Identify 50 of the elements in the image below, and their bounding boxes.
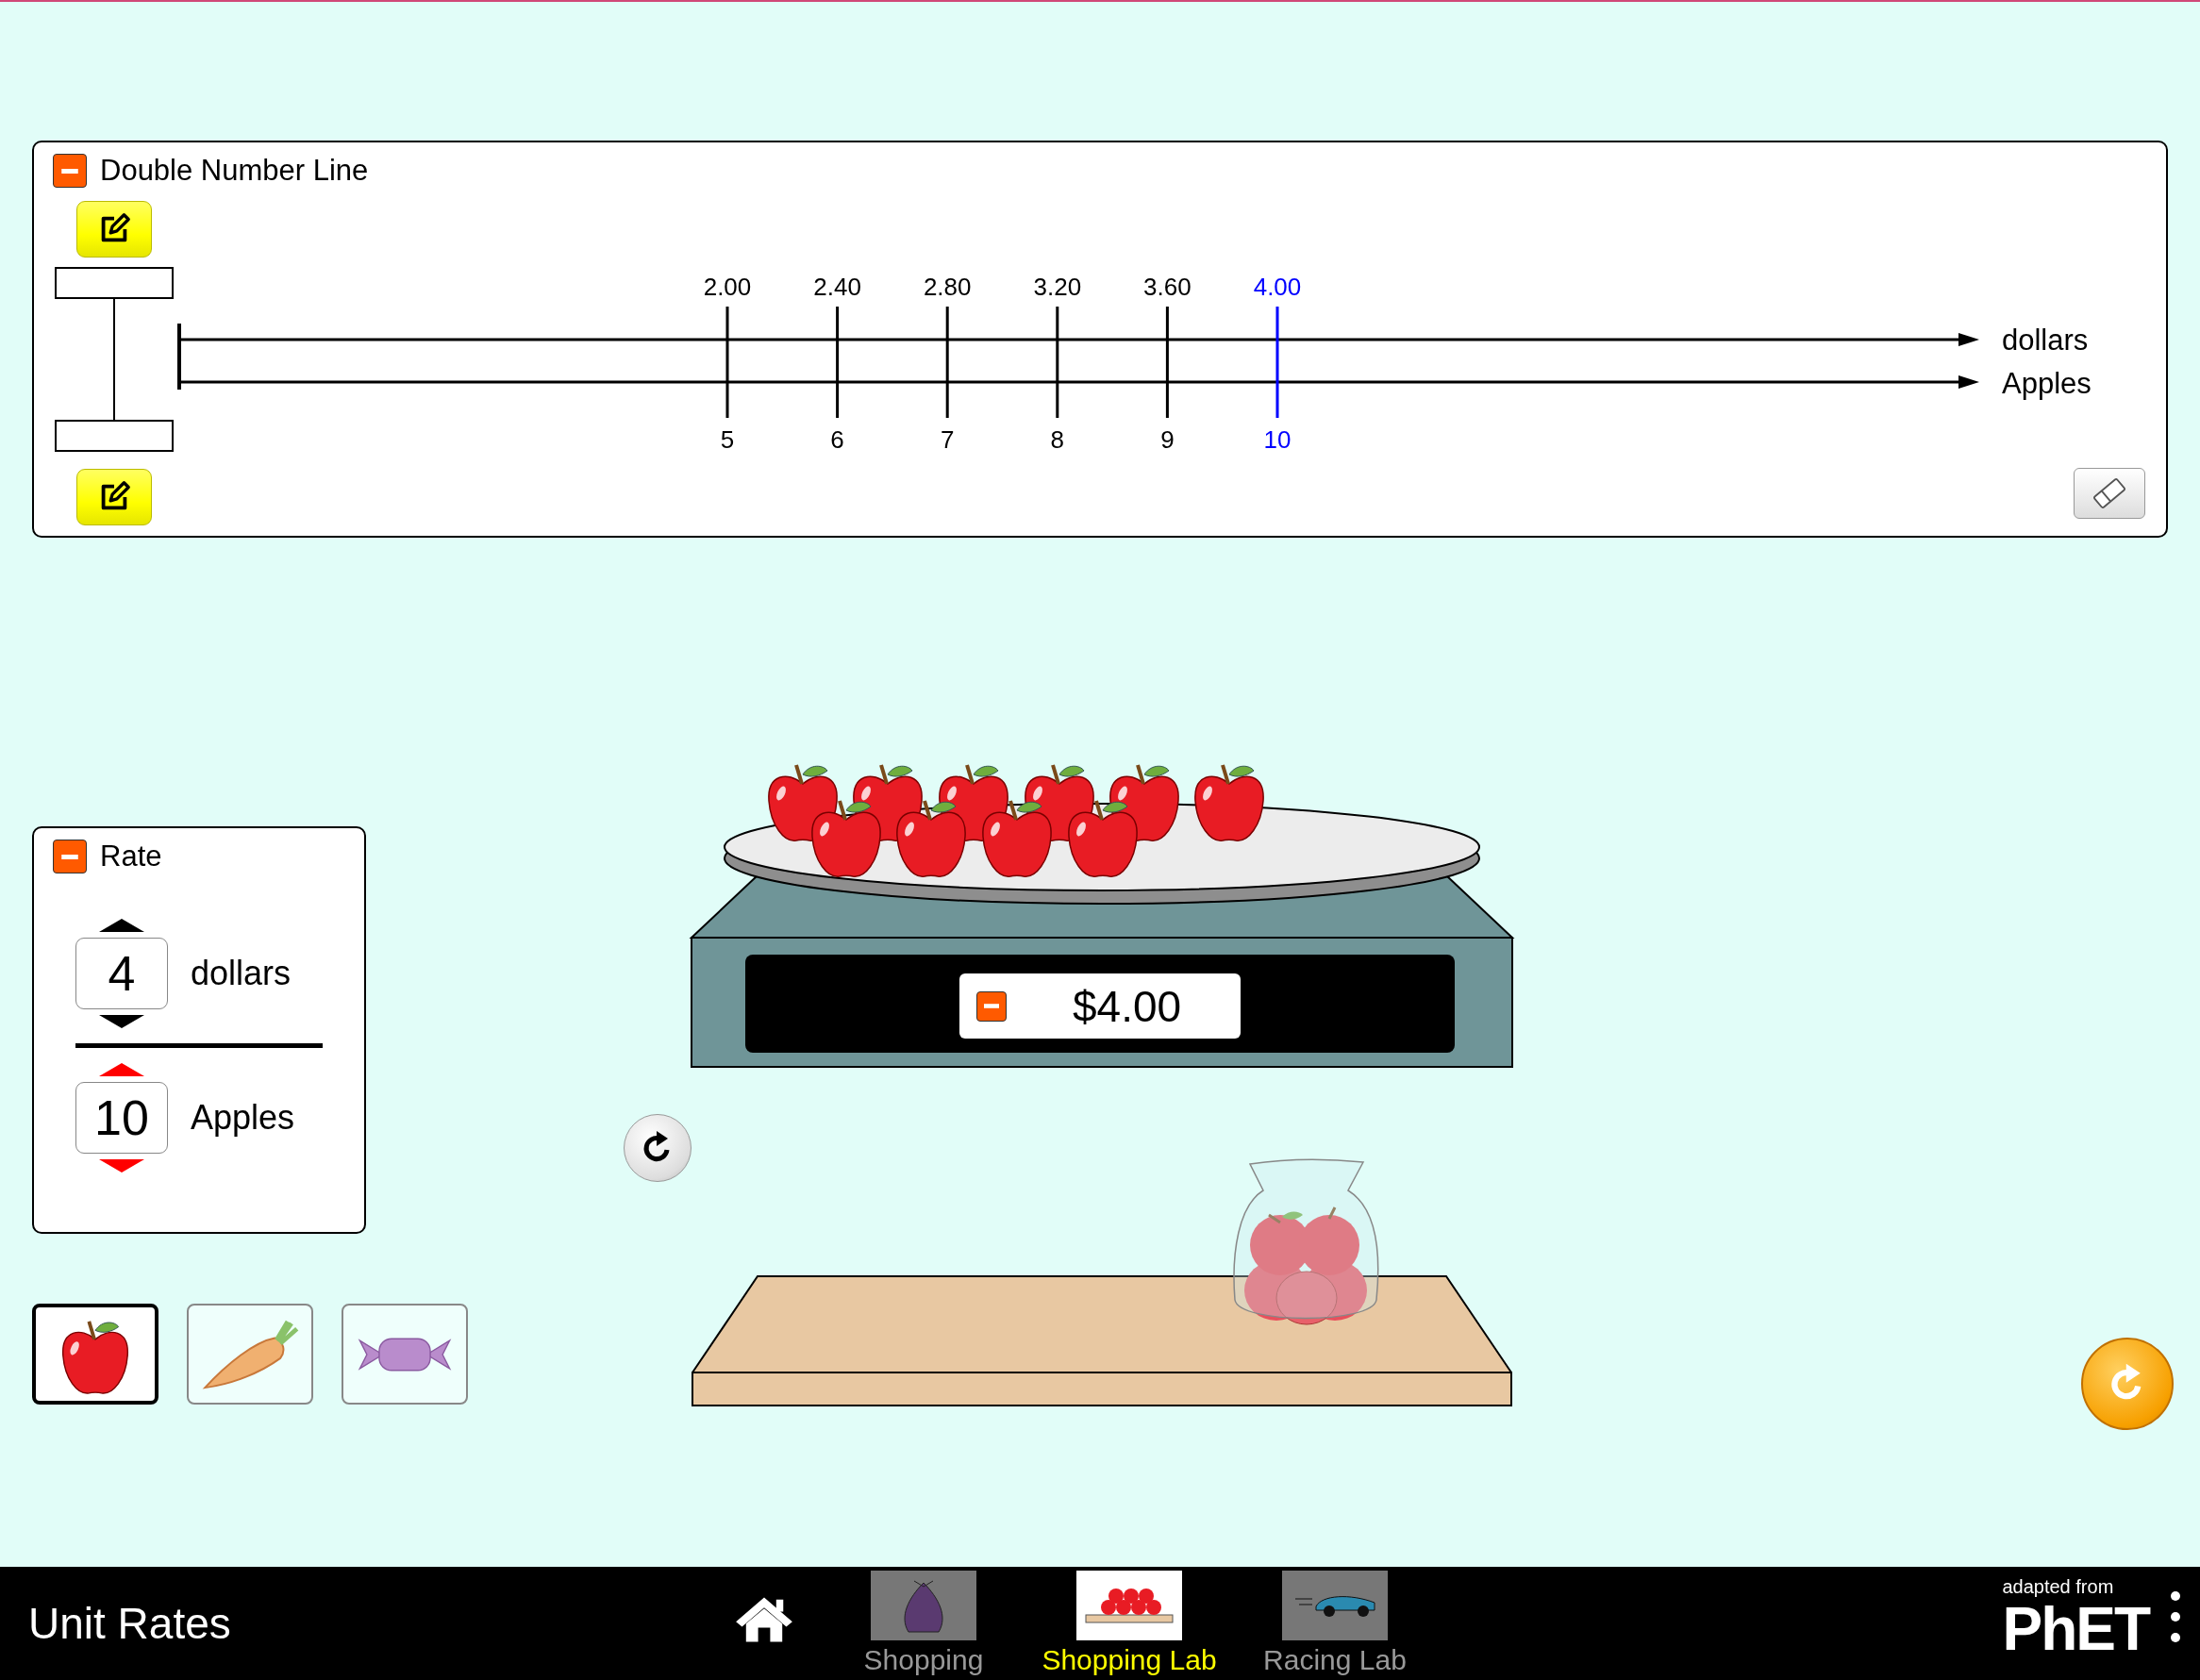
screen-tab[interactable]: Shopping Lab	[1026, 1567, 1232, 1676]
apple-drawing[interactable]	[896, 800, 966, 877]
tick-label: 8	[1050, 425, 1065, 454]
screen-tab[interactable]: Shopping	[821, 1567, 1026, 1676]
minus-icon	[61, 168, 78, 174]
number-spinner-value[interactable]: 10	[75, 1082, 168, 1154]
unit-label: Apples	[191, 1098, 295, 1138]
decrement-arrow[interactable]	[99, 1015, 144, 1028]
tick-label: 10	[1263, 425, 1292, 454]
increment-arrow[interactable]	[99, 919, 144, 932]
tick-label: 6	[830, 425, 844, 454]
screen-tab[interactable]: Racing Lab	[1232, 1567, 1438, 1676]
collapse-button[interactable]	[53, 840, 87, 873]
tick-label: 2.80	[923, 273, 972, 301]
apple-drawing[interactable]	[1068, 800, 1138, 877]
sim-title: Unit Rates	[28, 1598, 232, 1649]
collapse-button[interactable]	[53, 154, 87, 188]
panel-title: Rate	[100, 840, 162, 873]
tick-label: 5	[720, 425, 735, 454]
tick-label: 2.00	[703, 273, 752, 301]
price-value: $4.00	[1073, 980, 1182, 1032]
panel-title: Double Number Line	[100, 154, 369, 188]
carrot-button[interactable]	[187, 1304, 313, 1405]
tick-label: 9	[1160, 425, 1175, 454]
minus-icon	[984, 1004, 999, 1008]
race-car-icon	[1294, 1593, 1375, 1618]
unit-label: dollars	[191, 954, 292, 993]
tick-label: 2.40	[813, 273, 861, 301]
number-spinner-value[interactable]: 4	[75, 938, 168, 1009]
axis-label: Apples	[2002, 367, 2092, 400]
tick-label: 3.60	[1143, 273, 1192, 301]
number-line-start	[177, 324, 181, 390]
apple-drawing[interactable]	[982, 800, 1052, 877]
edit-button[interactable]	[76, 469, 152, 525]
tick-label: 7	[940, 425, 955, 454]
axis-label: dollars	[2002, 324, 2089, 357]
candy-button[interactable]	[342, 1304, 468, 1405]
phet-logo[interactable]: adapted from PhET	[2002, 1576, 2149, 1660]
apple-drawing[interactable]	[811, 800, 881, 877]
tick-label: 3.20	[1033, 273, 1082, 301]
collapse-button[interactable]	[976, 990, 1007, 1022]
apples-on-shelf-icon	[1085, 1588, 1174, 1623]
eraser-button[interactable]	[2074, 468, 2145, 519]
tick-label: 4.00	[1253, 273, 1302, 301]
apple-button[interactable]	[32, 1304, 158, 1405]
minus-icon	[61, 854, 78, 859]
menu-icon	[2170, 1589, 2181, 1645]
apple-bag-drawing[interactable]	[1231, 1158, 1379, 1325]
edit-button[interactable]	[76, 201, 152, 258]
apple-drawing[interactable]	[1194, 764, 1264, 841]
